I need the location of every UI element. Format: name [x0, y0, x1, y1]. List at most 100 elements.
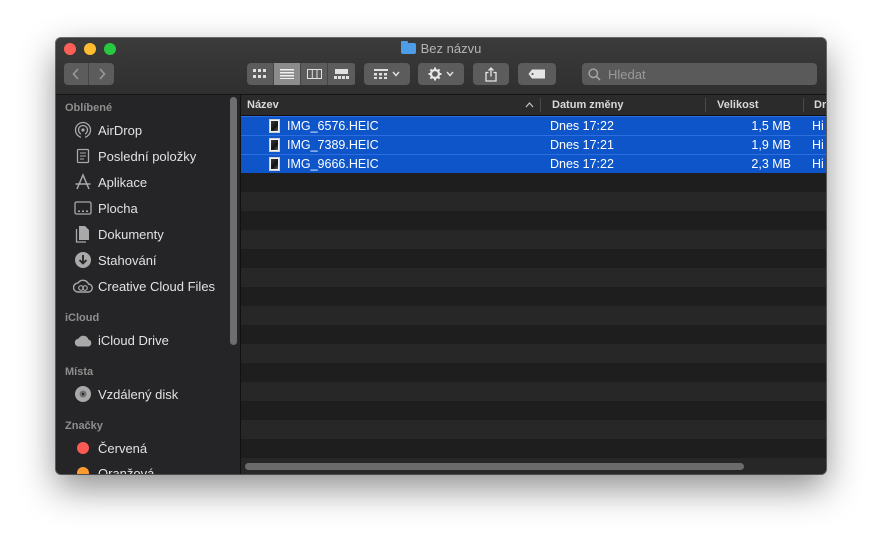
column-header-size[interactable]: Velikost [717, 95, 797, 115]
sidebar-item-label: Červená [98, 440, 148, 456]
window-title: Bez názvu [56, 41, 826, 56]
heic-file-icon [269, 138, 280, 152]
gear-icon [428, 67, 454, 81]
search-input[interactable] [606, 65, 810, 83]
empty-row [241, 382, 826, 401]
column-header-date-label: Datum změny [552, 99, 624, 111]
airdrop-icon [73, 120, 93, 140]
file-name: IMG_9666.HEIC [287, 157, 379, 171]
empty-row [241, 401, 826, 420]
sidebar-item-recents[interactable]: Poslední položky [56, 144, 228, 168]
tag-icon [528, 69, 545, 79]
sidebar-item-label: Dokumenty [98, 226, 164, 242]
back-button[interactable] [64, 63, 89, 85]
applications-icon [73, 172, 93, 192]
empty-row [241, 344, 826, 363]
share-button[interactable] [473, 63, 509, 85]
gallery-view-button[interactable] [328, 63, 355, 85]
sidebar: Oblíbené AirDrop Poslední položky Aplika… [56, 95, 241, 474]
columns-icon [306, 69, 322, 79]
column-view-button[interactable] [301, 63, 328, 85]
column-header-date[interactable]: Datum změny [552, 95, 702, 115]
sidebar-item-icloud-drive[interactable]: iCloud Drive [56, 328, 228, 352]
column-header-bar: Název Datum změny Velikost Druh [241, 95, 826, 116]
nav-buttons [64, 63, 114, 85]
icloud-icon [73, 330, 93, 350]
column-header-kind[interactable]: Druh [814, 95, 826, 115]
file-kind: Hi [812, 138, 824, 152]
sidebar-item-label: Oranžová [98, 465, 155, 475]
share-icon [485, 66, 497, 82]
search-field[interactable] [582, 63, 817, 85]
sort-ascending-icon [525, 102, 534, 108]
file-date: Dnes 17:22 [550, 119, 614, 133]
sidebar-item-desktop[interactable]: Plocha [56, 196, 228, 220]
downloads-icon [73, 250, 93, 270]
file-size: 2,3 MB [751, 157, 791, 171]
empty-row [241, 420, 826, 439]
column-divider[interactable] [803, 98, 804, 112]
forward-button[interactable] [89, 63, 114, 85]
sidebar-item-label: AirDrop [98, 122, 143, 138]
table-row[interactable]: IMG_9666.HEIC Dnes 17:22 2,3 MB Hi [241, 154, 826, 173]
folder-icon [400, 41, 416, 54]
sidebar-item-remote-disc[interactable]: Vzdálený disk [56, 382, 228, 406]
group-by-button[interactable] [364, 63, 410, 85]
sidebar-section-icloud: iCloud [65, 312, 100, 324]
sidebar-item-tag-orange[interactable]: Oranžová [56, 461, 228, 474]
column-header-name-label: Název [247, 99, 279, 111]
sidebar-section-tags: Značky [65, 420, 103, 432]
sidebar-item-label: Plocha [98, 200, 138, 216]
heic-file-icon [269, 119, 280, 133]
sidebar-item-label: Creative Cloud Files [98, 278, 216, 294]
file-kind: Hi [812, 119, 824, 133]
icon-view-button[interactable] [247, 63, 274, 85]
empty-row [241, 230, 826, 249]
file-size: 1,5 MB [751, 119, 791, 133]
file-name: IMG_7389.HEIC [287, 138, 379, 152]
finder-window: Bez názvu Hledat Oblíbené AirDrop Posled… [56, 38, 826, 474]
sidebar-item-applications[interactable]: Aplikace [56, 170, 228, 194]
group-icon [374, 69, 400, 79]
empty-row [241, 363, 826, 382]
file-date: Dnes 17:21 [550, 138, 614, 152]
sidebar-item-downloads[interactable]: Stahování [56, 248, 228, 272]
empty-row [241, 173, 826, 192]
column-divider[interactable] [540, 98, 541, 112]
sidebar-scrollbar[interactable] [230, 97, 237, 345]
recents-icon [73, 146, 93, 166]
sidebar-item-label: Poslední položky [98, 148, 197, 164]
remote-disc-icon [73, 384, 93, 404]
empty-row [241, 249, 826, 268]
file-size: 1,9 MB [751, 138, 791, 152]
documents-icon [73, 224, 93, 244]
tag-color-icon [73, 438, 93, 458]
horizontal-scrollbar[interactable] [245, 463, 744, 470]
gallery-icon [334, 69, 349, 79]
file-kind: Hi [812, 157, 824, 171]
chevron-left-icon [72, 68, 79, 80]
column-divider[interactable] [705, 98, 706, 112]
tags-button[interactable] [518, 63, 556, 85]
table-row[interactable]: IMG_7389.HEIC Dnes 17:21 1,9 MB Hi [241, 135, 826, 154]
chevron-right-icon [98, 68, 106, 80]
window-title-text: Bez názvu [420, 41, 482, 56]
grid-icon [253, 69, 266, 78]
list-icon [280, 69, 294, 79]
sidebar-item-documents[interactable]: Dokumenty [56, 222, 228, 246]
file-name: IMG_6576.HEIC [287, 119, 379, 133]
column-header-name[interactable]: Název [247, 95, 527, 115]
tag-color-icon [73, 463, 93, 474]
action-button[interactable] [418, 63, 464, 85]
empty-row [241, 211, 826, 230]
view-mode-control [247, 63, 356, 85]
table-row[interactable]: IMG_6576.HEIC Dnes 17:22 1,5 MB Hi [241, 116, 826, 135]
sidebar-item-airdrop[interactable]: AirDrop [56, 118, 228, 142]
sidebar-item-creative-cloud[interactable]: Creative Cloud Files [56, 274, 228, 298]
empty-row [241, 439, 826, 458]
list-view-button[interactable] [274, 63, 301, 85]
sidebar-section-locations: Místa [65, 366, 94, 378]
column-header-kind-label: Druh [814, 99, 826, 111]
sidebar-item-tag-red[interactable]: Červená [56, 436, 228, 460]
search-icon [588, 67, 601, 81]
